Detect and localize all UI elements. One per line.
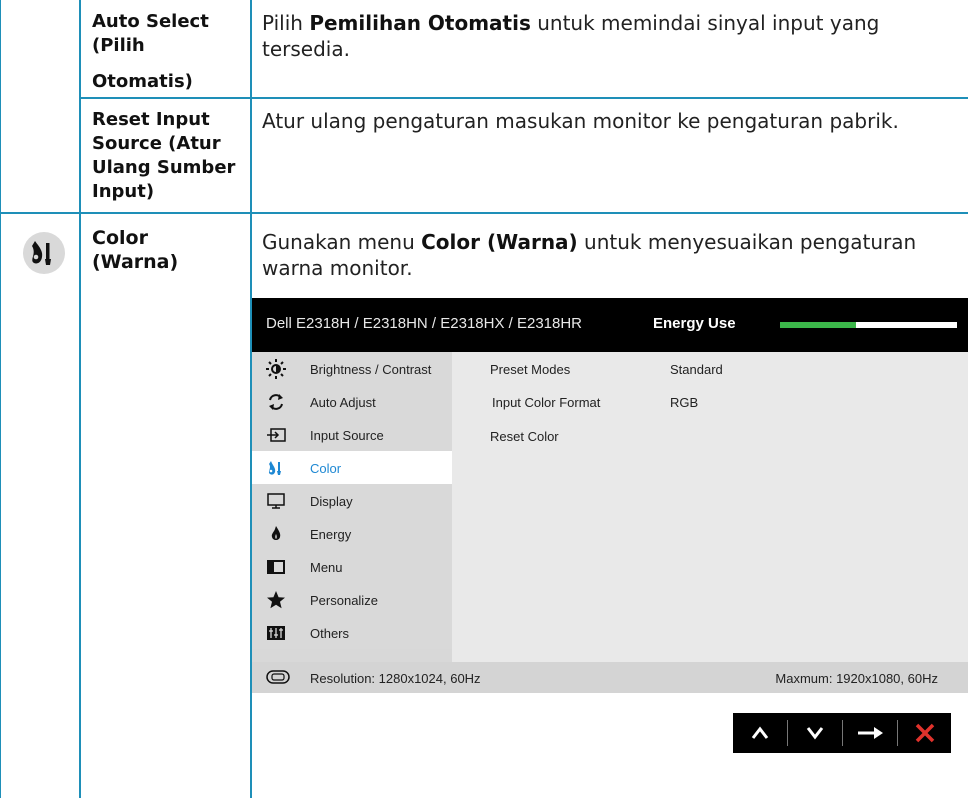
menu-item-menu[interactable]: Menu [252,550,452,583]
menu-item-display[interactable]: Display [252,484,452,517]
input-color-format-value[interactable]: RGB [670,395,698,410]
menu-item-label: Others [310,626,350,641]
color-icon [266,458,286,478]
manual-page: Auto Select (Pilih Otomatis) Pilih Pemil… [0,0,968,798]
menu-icon [266,557,286,577]
osd-model-title: Dell E2318H / E2318HN / E2318HX / E2318H… [266,315,583,332]
display-icon [266,491,286,511]
brightness-icon [266,359,286,379]
reset-input-source-description: Atur ulang pengaturan masukan monitor ke… [262,109,899,133]
menu-item-label: Display [310,494,353,509]
menu-item-auto-adjust[interactable]: Auto Adjust [252,385,452,418]
menu-item-others[interactable]: Others [252,616,452,649]
table-rule-row2 [0,212,968,214]
menu-item-label: Auto Adjust [310,395,376,410]
menu-item-label: Input Source [310,428,384,443]
menu-item-input-source[interactable]: Input Source [252,418,452,451]
right-arrow-icon [843,727,897,757]
color-palette-icon [23,232,65,274]
table-rule-left [0,0,1,798]
auto-select-label: Auto Select (Pilih Otomatis) [92,11,209,92]
energy-use-fill [780,322,857,328]
energy-icon [266,524,286,544]
up-button[interactable] [733,713,787,753]
enter-button[interactable] [843,713,897,753]
menu-item-label: Personalize [310,593,378,608]
up-arrow-icon [733,726,787,757]
close-icon [898,723,952,757]
menu-item-label: Energy [310,527,352,542]
menu-item-label: Color [310,461,342,476]
down-button[interactable] [788,713,842,753]
table-rule-row1 [79,97,968,99]
auto-adjust-icon [266,392,286,412]
energy-use-bar [780,322,957,328]
osd-menu-screenshot: Dell E2318H / E2318HN / E2318HX / E2318H… [252,298,968,693]
star-icon [266,590,286,610]
osd-header: Dell E2318H / E2318HN / E2318HX / E2318H… [252,298,968,352]
resolution-text: Resolution: 1280x1024, 60Hz [310,671,481,686]
menu-item-label: Brightness / Contrast [310,362,432,377]
osd-body: Brightness / Contrast Auto Adjust Input … [252,352,968,662]
menu-item-personalize[interactable]: Personalize [252,583,452,616]
input-color-format-label[interactable]: Input Color Format [492,395,600,410]
resolution-icon [266,670,290,684]
menu-item-label: Menu [310,560,343,575]
reset-color-label[interactable]: Reset Color [490,429,559,444]
osd-footer: Resolution: 1280x1024, 60Hz Maxmum: 1920… [252,662,968,693]
others-icon [266,623,286,643]
menu-item-color[interactable]: Color [252,451,452,484]
table-rule-col1 [79,0,81,798]
reset-input-source-label: Reset Input Source (Atur Ulang Sumber In… [92,109,236,202]
color-description: Gunakan menu Color (Warna) untuk menyesu… [262,230,917,280]
auto-select-description: Pilih Pemilihan Otomatis untuk memindai … [262,11,880,61]
maximum-resolution-text: Maxmum: 1920x1080, 60Hz [775,671,938,686]
input-source-icon [266,425,286,445]
preset-modes-value[interactable]: Standard [670,362,723,377]
osd-navigation-buttons [733,713,951,753]
osd-main-menu: Brightness / Contrast Auto Adjust Input … [252,352,452,662]
osd-color-submenu: Preset Modes Standard Input Color Format… [452,352,968,662]
exit-button[interactable] [898,713,952,753]
preset-modes-label[interactable]: Preset Modes [490,362,570,377]
menu-item-energy[interactable]: Energy [252,517,452,550]
down-arrow-icon [788,727,842,757]
color-label: Color (Warna) [92,227,179,273]
menu-item-brightness-contrast[interactable]: Brightness / Contrast [252,352,452,385]
energy-use-label: Energy Use [653,315,736,332]
